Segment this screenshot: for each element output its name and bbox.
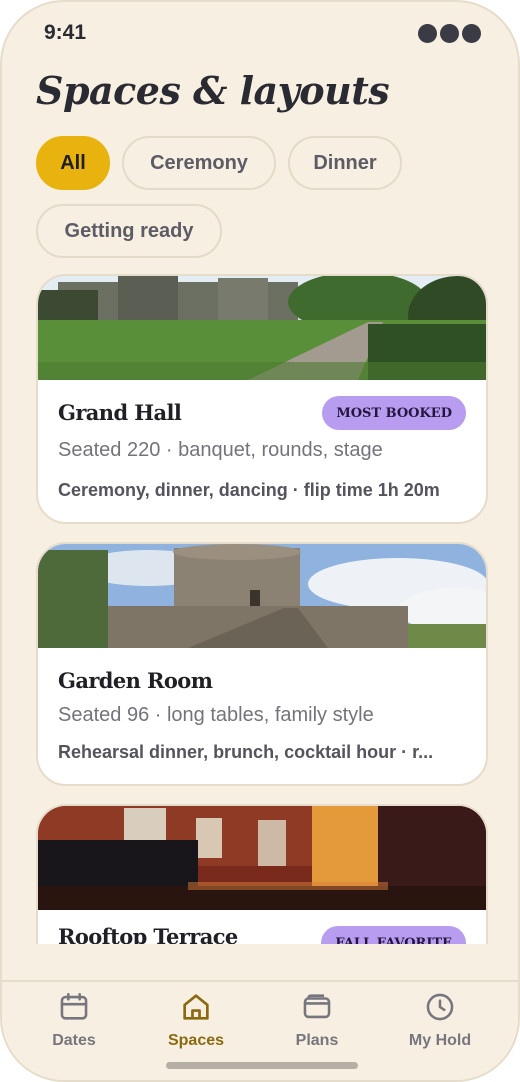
filter-chip-all[interactable]: All [36,136,110,190]
space-uses: Rehearsal dinner, brunch, cocktail hour … [58,742,434,762]
space-capacity: Seated 220 · banquet, rounds, stage [58,439,383,461]
home-icon [183,994,209,1020]
nav-item-dates[interactable]: Dates [14,990,134,1060]
filter-chip-getting-ready[interactable]: Getting ready [36,204,222,258]
home-indicator [166,1062,358,1069]
space-photo [38,544,486,648]
space-title: Garden Room [58,668,213,693]
space-photo [38,806,486,910]
clock-icon [426,993,454,1021]
space-card-garden-room[interactable]: Garden Room Seated 96 · long tables, fam… [36,542,488,786]
bottom-nav: Dates Spaces Plans My Hold [2,980,518,1080]
space-uses: Ceremony, dinner, dancing · flip time 1h… [58,480,440,500]
filter-chip-dinner[interactable]: Dinner [288,136,402,190]
nav-label: Spaces [167,1032,225,1049]
space-card-rooftop-terrace[interactable]: Rooftop Terrace FALL FAVORITE [36,804,488,944]
wallet-icon [303,994,331,1019]
nav-label: Dates [52,1032,96,1049]
status-badge: MOST BOOKED [322,396,466,430]
nav-label: Plans [295,1032,339,1049]
more-icon[interactable] [418,24,481,43]
page-title: Spaces & layouts [36,68,390,113]
spaces-list[interactable]: Grand Hall MOST BOOKED Seated 220 · banq… [2,264,518,944]
space-title: Rooftop Terrace [58,924,238,944]
space-capacity: Seated 96 · long tables, family style [58,704,374,726]
phone-frame: 9:41 Spaces & layouts All Ceremony Dinne… [0,0,520,1082]
status-time: 9:41 [44,21,87,44]
space-title: Grand Hall [58,400,182,425]
filter-chip-ceremony[interactable]: Ceremony [122,136,276,190]
calendar-icon [60,992,88,1020]
nav-item-spaces[interactable]: Spaces [136,990,256,1060]
space-card-grand-hall[interactable]: Grand Hall MOST BOOKED Seated 220 · banq… [36,274,488,524]
nav-item-my-hold[interactable]: My Hold [380,990,500,1060]
status-badge: FALL FAVORITE [321,926,466,944]
nav-item-plans[interactable]: Plans [257,990,377,1060]
space-photo [38,276,486,380]
nav-label: My Hold [408,1032,472,1049]
